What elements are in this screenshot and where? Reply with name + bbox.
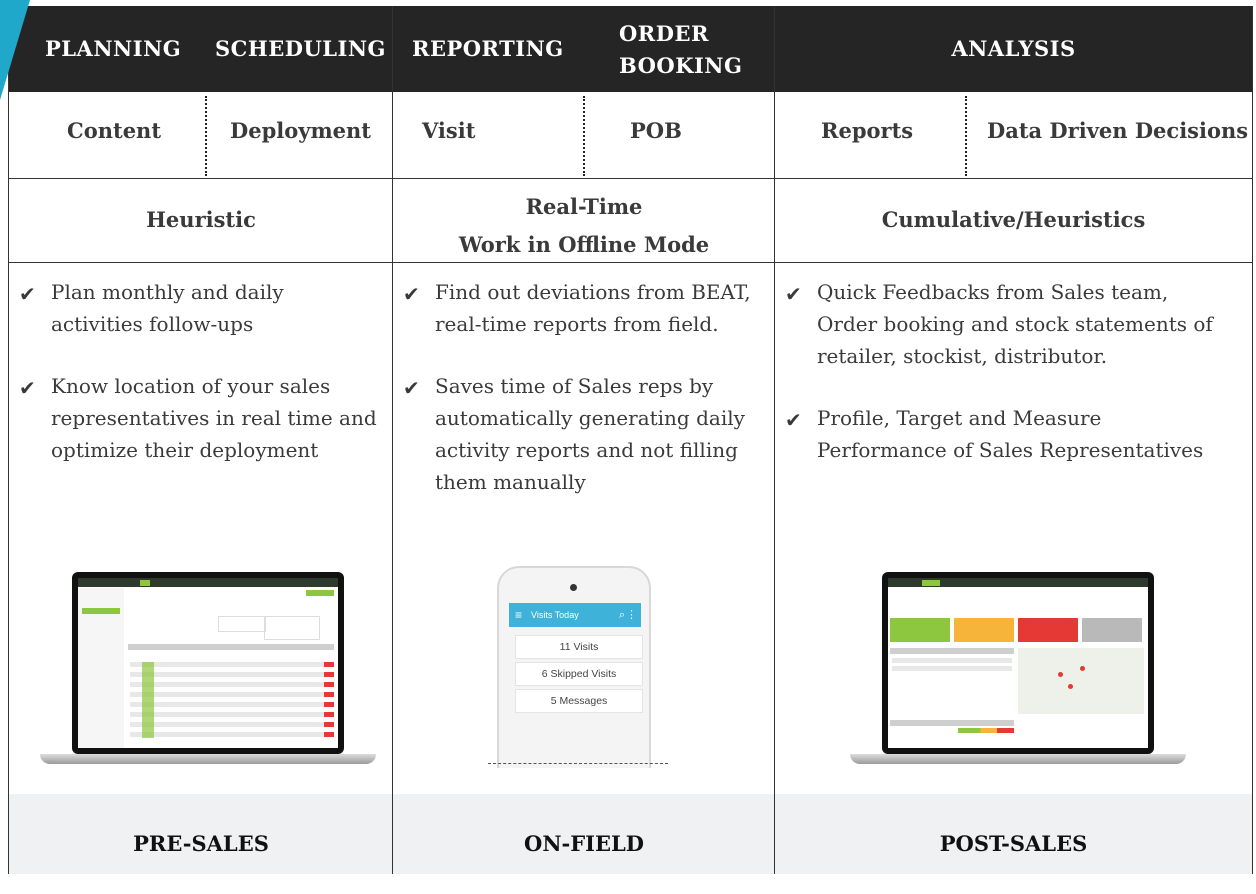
column-header: REPORTING ORDER BOOKING — [393, 6, 775, 92]
dotted-divider — [965, 96, 967, 176]
visit-card: 5 Messages — [515, 689, 643, 713]
laptop-dashboard-image — [850, 572, 1186, 768]
phone-camera — [570, 584, 577, 591]
sub-pob: POB — [630, 118, 682, 143]
bullet-item: ✔ Quick Feedbacks from Sales team, Order… — [775, 276, 1227, 372]
checkmark-icon: ✔ — [403, 282, 420, 306]
laptop-screen — [882, 572, 1154, 754]
visit-card: 11 Visits — [515, 635, 643, 659]
checkmark-icon: ✔ — [19, 282, 36, 306]
mode-row: Real-Time Work in Offline Mode — [393, 178, 775, 263]
map-thumbnail — [1018, 648, 1144, 714]
sub-deployment: Deployment — [230, 118, 371, 143]
phone-image: ≡ Visits Today ⌕ ⋮ 11 Visits 6 Skipped V… — [497, 566, 651, 768]
checkmark-icon: ✔ — [785, 408, 802, 432]
bullet-text: Know location of your sales representati… — [51, 374, 377, 462]
footer-label: ON-FIELD — [393, 794, 775, 874]
mode-line: Cumulative/Heuristics — [881, 207, 1146, 232]
column-header: PLANNING SCHEDULING — [9, 6, 393, 92]
laptop-screen — [72, 572, 344, 754]
visit-card: 6 Skipped Visits — [515, 662, 643, 686]
mode-row: Cumulative/Heuristics — [775, 178, 1252, 263]
bullet-item: ✔ Profile, Target and Measure Performanc… — [775, 402, 1227, 466]
column-subheader: Reports Data Driven Decisions — [775, 92, 1252, 179]
app-toolbar: ≡ Visits Today ⌕ ⋮ — [509, 603, 641, 627]
column-subheader: Visit POB — [393, 92, 775, 179]
laptop-base — [850, 754, 1186, 764]
bullet-item: ✔ Plan monthly and daily activities foll… — [9, 276, 371, 340]
bullet-list: ✔ Quick Feedbacks from Sales team, Order… — [775, 276, 1252, 496]
header-order-booking: ORDER BOOKING — [619, 21, 743, 78]
hamburger-icon: ≡ — [515, 608, 523, 622]
sub-content: Content — [67, 118, 162, 143]
mode-line: Heuristic — [146, 207, 256, 232]
bullet-list: ✔ Find out deviations from BEAT, real-ti… — [393, 276, 775, 528]
laptop-planning-image — [40, 572, 376, 768]
bullet-item: ✔ Saves time of Sales reps by automatica… — [393, 370, 765, 498]
checkmark-icon: ✔ — [403, 376, 420, 400]
footer-label: PRE-SALES — [9, 794, 393, 874]
dotted-divider — [205, 96, 207, 176]
bullet-list: ✔ Plan monthly and daily activities foll… — [9, 276, 393, 496]
sub-data-driven-decisions: Data Driven Decisions — [987, 118, 1249, 143]
bullet-item: ✔ Know location of your sales representa… — [9, 370, 381, 466]
column-subheader: Content Deployment — [9, 92, 393, 179]
mode-row: Heuristic — [9, 178, 393, 263]
sub-reports: Reports — [821, 118, 914, 143]
checkmark-icon: ✔ — [785, 282, 802, 306]
search-icon: ⌕ — [618, 609, 625, 621]
bullet-text: Saves time of Sales reps by automaticall… — [435, 374, 745, 494]
header-planning: PLANNING — [45, 36, 182, 61]
sub-visit: Visit — [422, 118, 476, 143]
bullet-text: Quick Feedbacks from Sales team, Order b… — [817, 280, 1213, 368]
bullet-text: Find out deviations from BEAT, real-time… — [435, 280, 751, 336]
bullet-text: Plan monthly and daily activities follow… — [51, 280, 284, 336]
app-screenshot — [888, 578, 1148, 748]
footer-label: POST-SALES — [775, 794, 1252, 874]
laptop-base — [40, 754, 376, 764]
mode-line: Real-Time — [525, 194, 643, 219]
header-scheduling: SCHEDULING — [215, 36, 386, 61]
more-vertical-icon: ⋮ — [626, 609, 637, 621]
app-screenshot — [78, 578, 338, 748]
mode-line: Work in Offline Mode — [458, 232, 710, 257]
header-analysis: ANALYSIS — [951, 36, 1076, 61]
dotted-divider — [583, 96, 585, 176]
header-reporting: REPORTING — [412, 36, 564, 61]
dashed-line — [488, 763, 668, 764]
toolbar-title: Visits Today — [531, 610, 579, 620]
bullet-text: Profile, Target and Measure Performance … — [817, 406, 1204, 462]
column-header: ANALYSIS — [775, 6, 1252, 92]
checkmark-icon: ✔ — [19, 376, 36, 400]
bullet-item: ✔ Find out deviations from BEAT, real-ti… — [393, 276, 765, 340]
